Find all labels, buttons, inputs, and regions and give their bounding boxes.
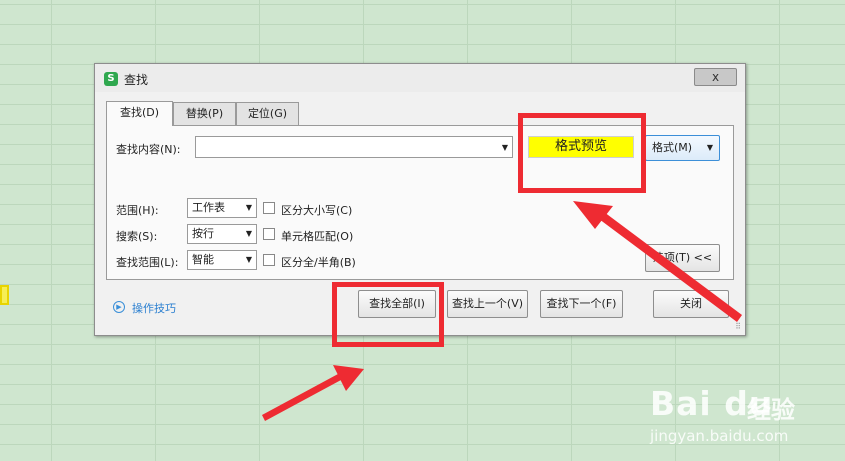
watermark-chinese: 经验: [747, 396, 795, 424]
watermark-url: jingyan.baidu.com: [650, 427, 789, 445]
tab-find[interactable]: 查找(D): [106, 101, 173, 126]
arrow-to-preview: [595, 209, 742, 322]
arrow-to-find-all: [262, 374, 341, 421]
baidu-watermark: Bai du 经验 jingyan.baidu.com: [645, 372, 845, 461]
